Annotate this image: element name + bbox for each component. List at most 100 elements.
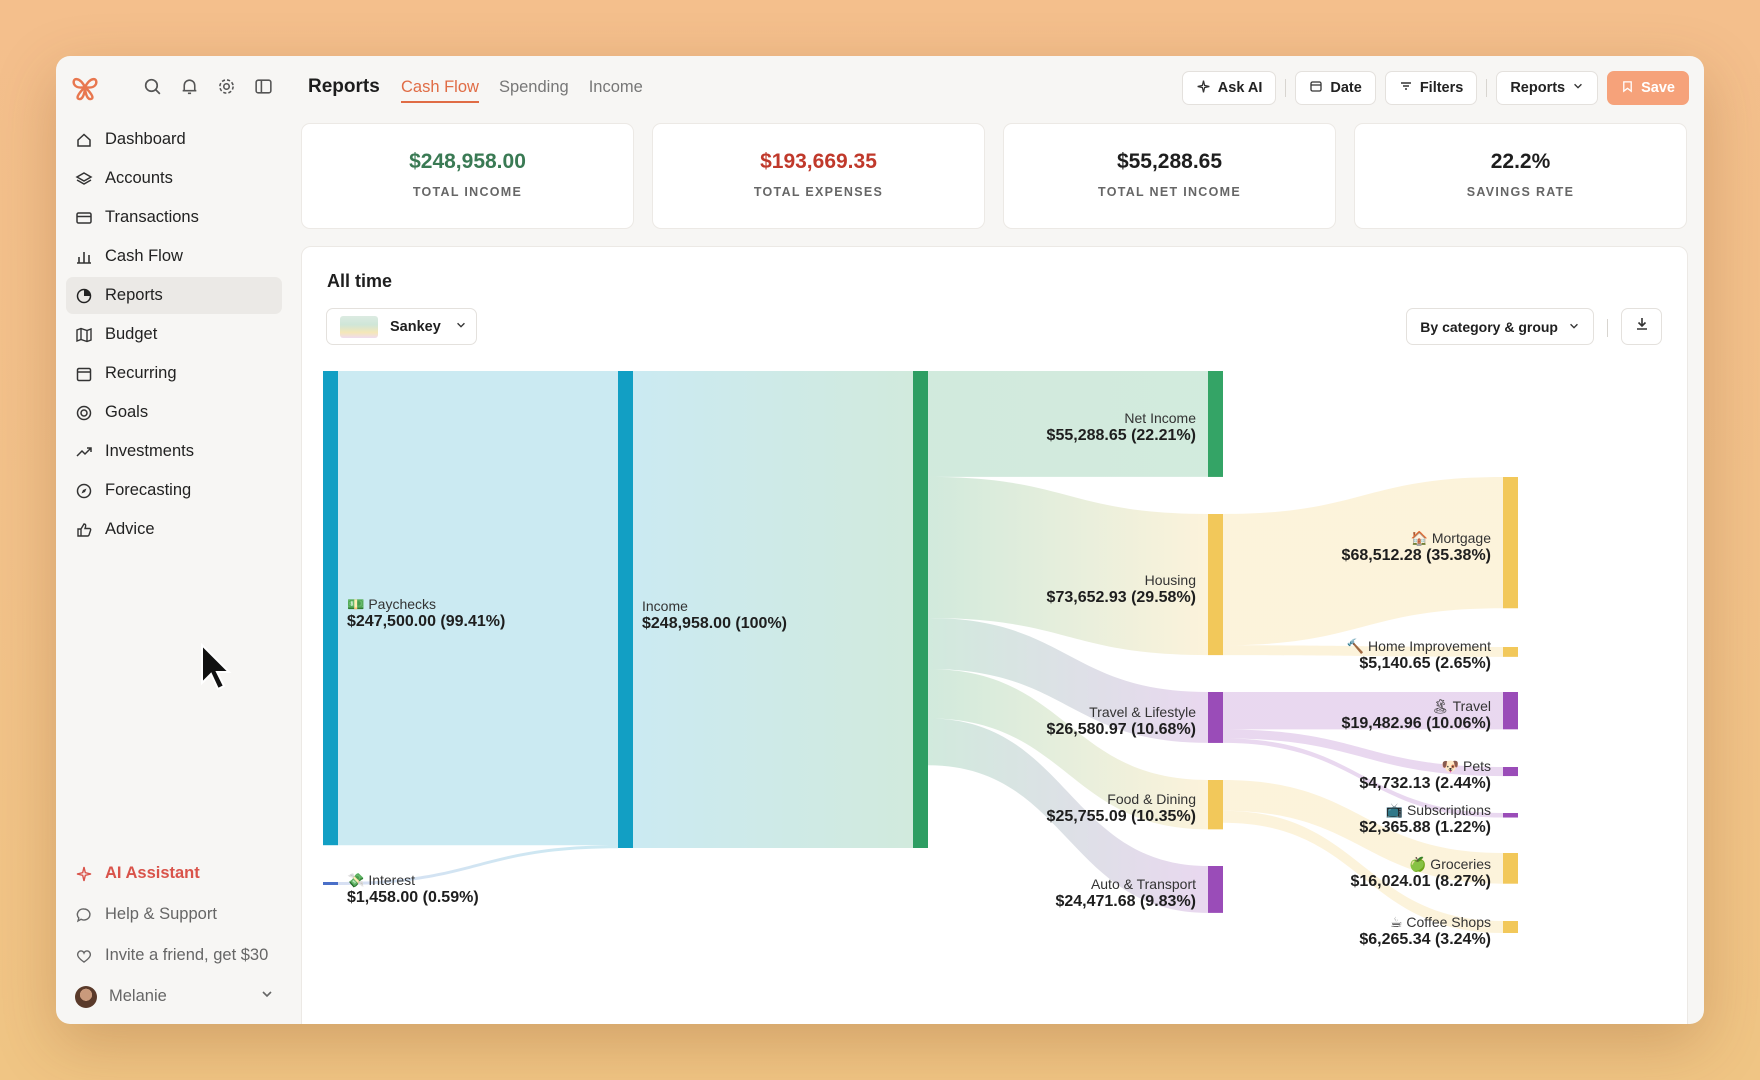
compass-icon bbox=[75, 482, 93, 500]
sidebar-item-label: Budget bbox=[105, 325, 158, 343]
sidebar-item-recurring[interactable]: Recurring bbox=[66, 355, 282, 392]
sidebar-item-investments[interactable]: Investments bbox=[66, 433, 282, 470]
sankey-label-pets: 🐶 Pets $4,732.13 (2.44%) bbox=[1359, 757, 1491, 793]
sankey-node-coffee[interactable] bbox=[1503, 921, 1518, 934]
sankey-label-name: Travel & Lifestyle bbox=[1089, 704, 1196, 720]
sankey-node-income[interactable] bbox=[618, 371, 633, 848]
bell-icon[interactable] bbox=[179, 76, 200, 97]
top-header: Reports Cash Flow Spending Income Ask AI… bbox=[308, 56, 1704, 114]
search-icon[interactable] bbox=[142, 76, 163, 97]
sankey-node-auto[interactable] bbox=[1208, 866, 1223, 913]
ask-ai-label: Ask AI bbox=[1217, 80, 1263, 96]
summary-stats: $248,958.00 TOTAL INCOME $193,669.35 TOTAL … bbox=[301, 123, 1687, 229]
sankey-label-value: $6,265.34 (3.24%) bbox=[1359, 931, 1491, 948]
sankey-node-paychecks[interactable] bbox=[323, 371, 338, 846]
sankey-node-subs[interactable] bbox=[1503, 813, 1518, 818]
sidebar-item-cash-flow[interactable]: Cash Flow bbox=[66, 238, 282, 275]
ai-assistant-label: AI Assistant bbox=[105, 864, 200, 882]
map-icon bbox=[75, 326, 93, 344]
stat-card-savings-rate: 22.2% SAVINGS RATE bbox=[1354, 123, 1687, 229]
chevron-down-icon bbox=[1572, 80, 1584, 96]
user-menu[interactable]: Melanie bbox=[66, 977, 282, 1016]
stat-card-total-expenses: $193,669.35 TOTAL EXPENSES bbox=[652, 123, 985, 229]
sidebar-item-accounts[interactable]: Accounts bbox=[66, 160, 282, 197]
sankey-node-net[interactable] bbox=[1208, 371, 1223, 477]
chevron-down-icon bbox=[260, 987, 274, 1006]
trend-icon bbox=[75, 443, 93, 461]
sankey-label-income: Income $248,958.00 (100%) bbox=[642, 597, 787, 633]
app-logo-icon[interactable] bbox=[70, 72, 100, 102]
report-tabs: Cash Flow Spending Income bbox=[401, 78, 643, 103]
main-nav: Dashboard Accounts Transactions Cash Flow Re… bbox=[66, 121, 282, 550]
sankey-node-housing[interactable] bbox=[1208, 514, 1223, 656]
date-button[interactable]: Date bbox=[1295, 71, 1376, 105]
tab-income[interactable]: Income bbox=[589, 78, 643, 103]
heart-icon bbox=[75, 947, 93, 965]
sankey-label-housing: Housing $73,652.93 (29.58%) bbox=[1047, 571, 1196, 607]
ai-assistant-link[interactable]: AI Assistant bbox=[66, 854, 282, 893]
sidebar-item-dashboard[interactable]: Dashboard bbox=[66, 121, 282, 158]
sankey-node-travel_life[interactable] bbox=[1208, 692, 1223, 743]
sidebar-item-goals[interactable]: Goals bbox=[66, 394, 282, 431]
sankey-node-mortgage[interactable] bbox=[1503, 477, 1518, 609]
sidebar-item-label: Investments bbox=[105, 442, 194, 460]
sidebar-item-label: Cash Flow bbox=[105, 247, 183, 265]
sankey-node-total[interactable] bbox=[913, 371, 928, 848]
sankey-node-home_imp[interactable] bbox=[1503, 647, 1518, 657]
sankey-label-name: ☕ Coffee Shops bbox=[1389, 914, 1491, 930]
sidebar-item-forecasting[interactable]: Forecasting bbox=[66, 472, 282, 509]
sankey-label-groceries: 🍏 Groceries $16,024.01 (8.27%) bbox=[1350, 855, 1491, 891]
help-support-link[interactable]: Help & Support bbox=[66, 895, 282, 934]
sidebar-item-advice[interactable]: Advice bbox=[66, 511, 282, 548]
stat-card-total-net-income: $55,288.65 TOTAL NET INCOME bbox=[1003, 123, 1336, 229]
page-title: Reports bbox=[308, 76, 380, 97]
bar-chart-icon bbox=[75, 248, 93, 266]
sidebar-item-label: Transactions bbox=[105, 208, 199, 226]
save-label: Save bbox=[1641, 80, 1675, 96]
sankey-label-name: Net Income bbox=[1124, 410, 1196, 426]
sidebar-toggle-icon[interactable] bbox=[253, 76, 274, 97]
stat-label: SAVINGS RATE bbox=[1466, 185, 1575, 199]
sankey-label-name: 💵 Paychecks bbox=[347, 596, 437, 612]
sankey-label-value: $24,471.68 (9.83%) bbox=[1055, 893, 1196, 910]
sankey-node-pets[interactable] bbox=[1503, 767, 1518, 777]
chat-bubble-icon bbox=[75, 906, 93, 924]
sparkle-icon bbox=[1196, 79, 1211, 98]
filters-button[interactable]: Filters bbox=[1384, 71, 1478, 105]
ask-ai-button[interactable]: Ask AI bbox=[1181, 71, 1277, 105]
sidebar-item-label: Reports bbox=[105, 286, 163, 304]
sankey-label-travel: 🏝 Travel $19,482.96 (10.06%) bbox=[1342, 697, 1491, 733]
sankey-label-value: $19,482.96 (10.06%) bbox=[1341, 715, 1491, 732]
sankey-node-interest[interactable] bbox=[323, 882, 338, 885]
mouse-cursor-icon bbox=[201, 643, 232, 691]
tab-cash-flow[interactable]: Cash Flow bbox=[401, 78, 479, 103]
save-button[interactable]: Save bbox=[1607, 71, 1689, 105]
calendar-icon bbox=[75, 365, 93, 383]
sidebar-item-reports[interactable]: Reports bbox=[66, 277, 282, 314]
gear-icon[interactable] bbox=[216, 76, 237, 97]
sidebar-item-label: Goals bbox=[105, 403, 149, 421]
sankey-node-travel[interactable] bbox=[1503, 692, 1518, 730]
reports-dropdown[interactable]: Reports bbox=[1496, 71, 1599, 105]
sankey-label-name: Housing bbox=[1144, 572, 1196, 588]
tab-spending[interactable]: Spending bbox=[499, 78, 569, 103]
sankey-node-food[interactable] bbox=[1208, 780, 1223, 830]
sankey-label-name: 🏝 Travel bbox=[1431, 698, 1491, 714]
sankey-label-travel_life: Travel & Lifestyle $26,580.97 (10.68%) bbox=[1047, 703, 1196, 739]
sankey-label-name: 📺 Subscriptions bbox=[1385, 802, 1491, 818]
stat-label: TOTAL INCOME bbox=[412, 185, 523, 199]
sankey-label-value: $25,755.09 (10.35%) bbox=[1046, 808, 1196, 825]
sidebar-item-label: Recurring bbox=[105, 364, 177, 382]
sankey-label-name: 💸 Interest bbox=[347, 872, 416, 888]
sankey-label-value: $1,458.00 (0.59%) bbox=[347, 889, 479, 906]
sankey-label-value: $2,365.88 (1.22%) bbox=[1359, 819, 1491, 836]
card-icon bbox=[75, 209, 93, 227]
invite-friend-link[interactable]: Invite a friend, get $30 bbox=[66, 936, 282, 975]
sidebar-item-label: Advice bbox=[105, 520, 155, 538]
sidebar-item-budget[interactable]: Budget bbox=[66, 316, 282, 353]
sankey-label-name: Income bbox=[642, 598, 688, 614]
sidebar-item-transactions[interactable]: Transactions bbox=[66, 199, 282, 236]
sankey-label-value: $16,024.01 (8.27%) bbox=[1350, 873, 1491, 890]
pie-chart-icon bbox=[75, 287, 93, 305]
sankey-node-groceries[interactable] bbox=[1503, 853, 1518, 884]
